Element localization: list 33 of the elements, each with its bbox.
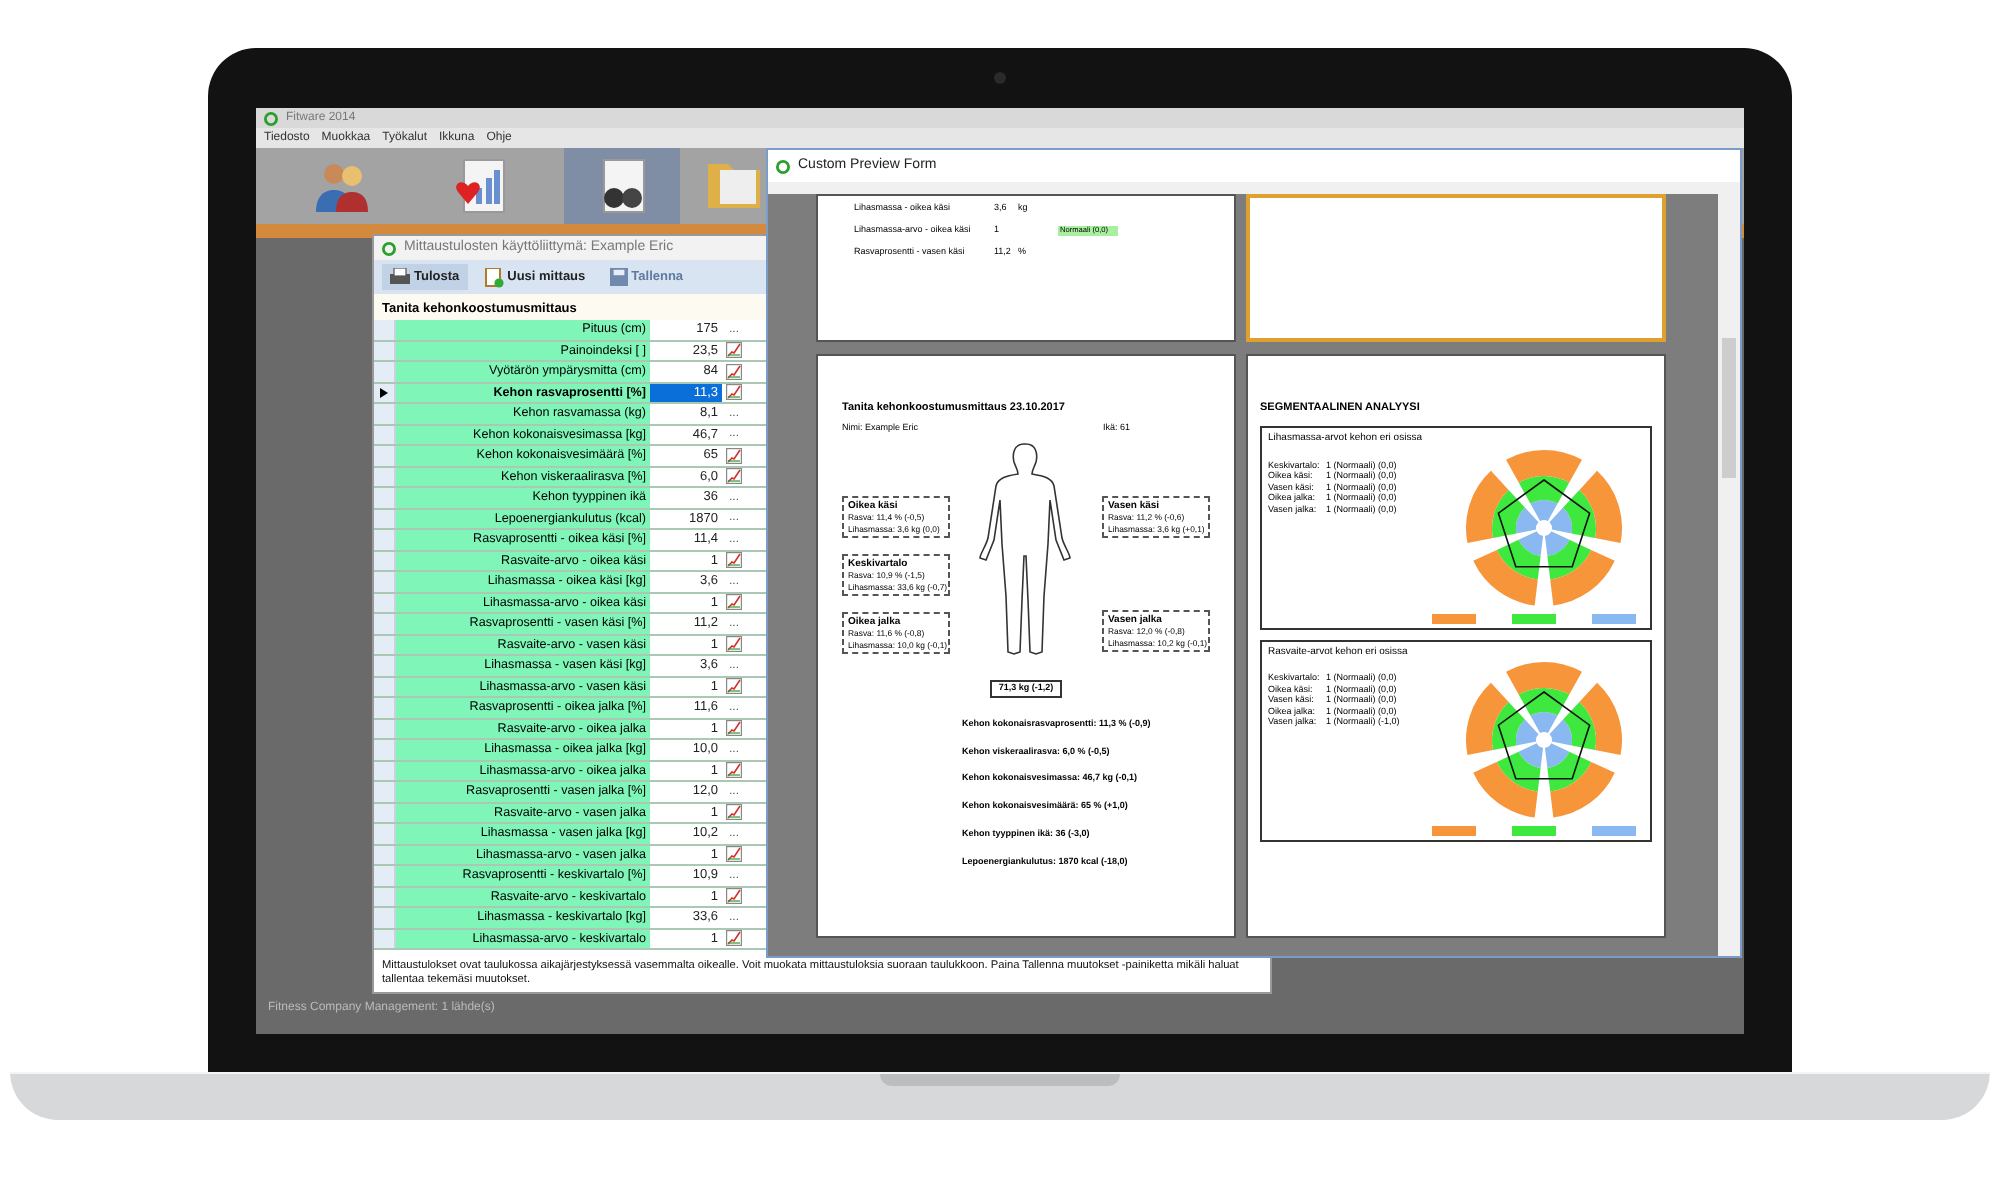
legend-swatch xyxy=(1432,826,1476,837)
chart-icon[interactable] xyxy=(726,447,742,464)
printer-icon xyxy=(390,268,410,286)
save-icon xyxy=(609,268,628,286)
chart-icon[interactable] xyxy=(726,552,742,569)
legend-swatch xyxy=(1592,613,1636,624)
folder-icon xyxy=(708,164,760,208)
app-logo-icon xyxy=(382,241,396,255)
chart-icon[interactable] xyxy=(726,930,742,947)
legend-swatch xyxy=(1512,613,1556,624)
app-logo-icon xyxy=(264,111,278,125)
chart-icon[interactable] xyxy=(726,888,742,905)
camera-icon xyxy=(994,72,1006,84)
chart-icon[interactable] xyxy=(726,636,742,653)
chart-icon[interactable] xyxy=(726,846,742,863)
app-logo-icon xyxy=(776,159,790,173)
chart-icon[interactable] xyxy=(726,720,742,737)
chart-icon[interactable] xyxy=(726,363,742,380)
chart-icon[interactable] xyxy=(726,678,742,695)
scrollbar[interactable] xyxy=(1718,194,1740,956)
chart-icon[interactable] xyxy=(726,342,742,359)
chart-icon[interactable] xyxy=(726,804,742,821)
chart-icon[interactable] xyxy=(726,384,742,401)
people-icon xyxy=(312,158,372,214)
legend-swatch xyxy=(1512,826,1556,837)
chart-icon[interactable] xyxy=(726,594,742,611)
legend-swatch xyxy=(1432,613,1476,624)
new-document-icon xyxy=(483,267,504,287)
chart-icon[interactable] xyxy=(726,762,742,779)
ribbon-button[interactable] xyxy=(564,148,680,224)
legend-swatch xyxy=(1592,826,1636,837)
chart-icon[interactable] xyxy=(726,468,742,485)
row-pointer-icon xyxy=(380,387,388,398)
